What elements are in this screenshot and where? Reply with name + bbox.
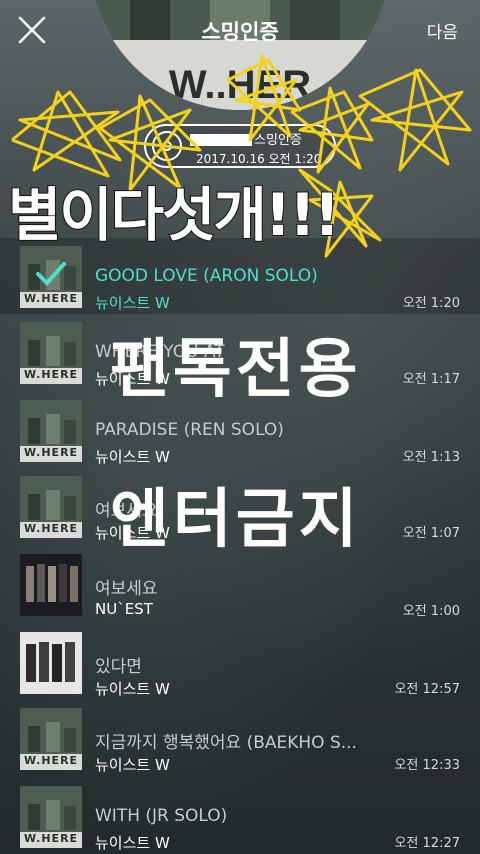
badge-cert-label: 스밍인증 bbox=[254, 133, 302, 148]
album-thumbnail: W.HERE bbox=[20, 476, 82, 538]
album-thumbnail: W.HERE bbox=[20, 400, 82, 462]
list-item[interactable]: W.HERE 여보세요 뉴이스트 W 오전 1:07 bbox=[0, 468, 480, 544]
song-artist: 뉴이스트 W bbox=[95, 524, 170, 542]
song-time: 오전 1:17 bbox=[402, 372, 460, 387]
check-icon bbox=[36, 262, 66, 286]
badge-timestamp: 2017.10.16 오전 1:20 bbox=[196, 152, 322, 166]
song-artist: 뉴이스트 W bbox=[95, 448, 170, 466]
song-artist: 뉴이스트 W bbox=[95, 834, 170, 852]
song-time: 오전 1:00 bbox=[402, 604, 460, 619]
list-item[interactable]: W.HERE 지금까지 행복했어요 (BAEKHO S... 뉴이스트 W 오전… bbox=[0, 700, 480, 776]
album-title: 스밍인증 bbox=[201, 20, 279, 44]
album-thumbnail bbox=[20, 632, 82, 694]
song-title: WITH (JR SOLO) bbox=[95, 806, 228, 826]
disc-icon bbox=[152, 131, 182, 161]
song-artist: NU`EST bbox=[95, 600, 153, 618]
thumbnail-watermark: W.HERE bbox=[23, 832, 79, 845]
thumbnail-watermark: W.HERE bbox=[23, 368, 79, 381]
album-thumbnail: W.HERE bbox=[20, 786, 82, 848]
song-title: 있다면 bbox=[95, 657, 142, 677]
album-cover-circle: W..HER 스밍인증 bbox=[90, 0, 390, 110]
list-item[interactable]: 여보세요 NU`EST 오전 1:00 bbox=[0, 546, 480, 622]
song-title: GOOD LOVE (ARON SOLO) bbox=[95, 266, 318, 286]
album-thumbnail bbox=[20, 554, 82, 616]
thumbnail-watermark: W.HERE bbox=[23, 754, 79, 767]
redacted-username-block bbox=[190, 134, 252, 146]
song-artist: 뉴이스트 W bbox=[95, 756, 170, 774]
album-cover-watermark: W..HER bbox=[169, 63, 311, 107]
list-item[interactable]: W.HERE PARADISE (REN SOLO) 뉴이스트 W 오전 1:1… bbox=[0, 392, 480, 468]
song-artist: 뉴이스트 W bbox=[95, 680, 170, 698]
list-item[interactable]: W.HERE GOOD LOVE (ARON SOLO) 뉴이스트 W 오전 1… bbox=[0, 238, 480, 314]
song-title: PARADISE (REN SOLO) bbox=[95, 420, 284, 440]
thumbnail-watermark: W.HERE bbox=[23, 292, 79, 305]
song-title: 여보세요 bbox=[95, 579, 158, 599]
song-title: WHERE YOU AT bbox=[95, 342, 225, 362]
next-button[interactable]: 다음 bbox=[427, 18, 458, 43]
song-time: 오전 12:27 bbox=[394, 836, 460, 851]
song-title: 여보세요 bbox=[95, 501, 158, 521]
list-item[interactable]: W.HERE WITH (JR SOLO) 뉴이스트 W 오전 12:27 bbox=[0, 778, 480, 854]
album-thumbnail: W.HERE bbox=[20, 246, 82, 308]
song-time: 오전 12:33 bbox=[394, 758, 460, 773]
song-artist: 뉴이스트 W bbox=[95, 370, 170, 388]
song-time: 오전 1:07 bbox=[402, 526, 460, 541]
song-time: 오전 12:57 bbox=[394, 682, 460, 697]
thumbnail-watermark: W.HERE bbox=[23, 522, 79, 535]
song-artist: 뉴이스트 W bbox=[95, 294, 170, 312]
close-icon[interactable] bbox=[16, 14, 48, 46]
song-time: 오전 1:20 bbox=[402, 296, 460, 311]
album-thumbnail: W.HERE bbox=[20, 708, 82, 770]
stream-cert-badge: 스밍인증 2017.10.16 오전 1:20 bbox=[144, 124, 336, 168]
album-thumbnail: W.HERE bbox=[20, 322, 82, 384]
list-item[interactable]: 있다면 뉴이스트 W 오전 12:57 bbox=[0, 624, 480, 700]
thumbnail-watermark: W.HERE bbox=[23, 446, 79, 459]
song-time: 오전 1:13 bbox=[402, 450, 460, 465]
song-title: 지금까지 행복했어요 (BAEKHO S... bbox=[95, 733, 357, 753]
header: W..HER 스밍인증 다음 bbox=[0, 0, 480, 110]
list-item[interactable]: W.HERE WHERE YOU AT 뉴이스트 W 오전 1:17 bbox=[0, 314, 480, 390]
